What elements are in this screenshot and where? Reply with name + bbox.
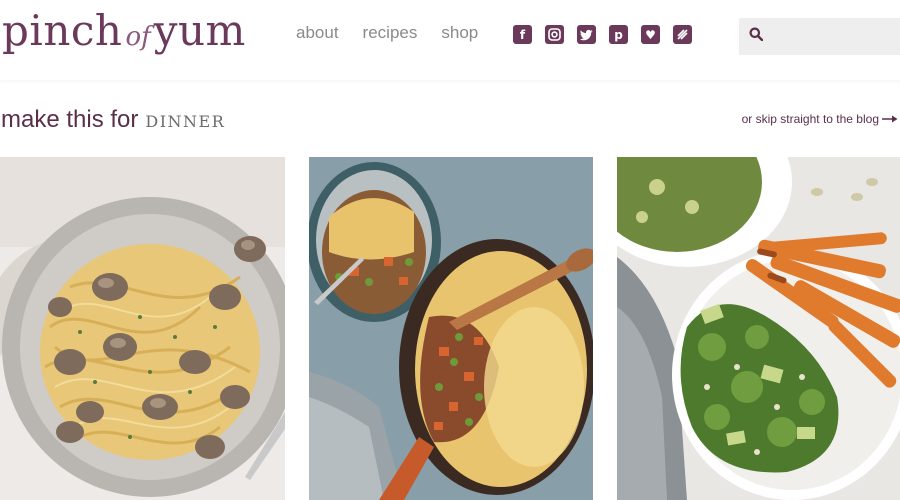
- search-icon[interactable]: [749, 27, 764, 46]
- heart-icon[interactable]: ♥: [641, 25, 660, 44]
- pinterest-icon[interactable]: p: [609, 25, 628, 44]
- skip-to-blog-link[interactable]: or skip straight to the blog: [742, 112, 898, 126]
- heading-lead: make this for: [1, 106, 139, 133]
- search-input[interactable]: [771, 28, 891, 45]
- social-links: f p ♥: [513, 25, 692, 44]
- main-nav: about recipes shop: [296, 23, 478, 43]
- site-header: pinch of yum about recipes shop f p ♥: [0, 0, 900, 80]
- recipe-image: [617, 157, 900, 500]
- instagram-icon[interactable]: [545, 25, 564, 44]
- twitter-icon[interactable]: [577, 25, 596, 44]
- site-logo[interactable]: pinch of yum: [2, 6, 246, 66]
- arrow-right-icon: [882, 112, 898, 126]
- nav-recipes[interactable]: recipes: [363, 23, 418, 43]
- skip-link-label: or skip straight to the blog: [741, 112, 879, 126]
- recipe-card-shepherds-pie[interactable]: [309, 157, 593, 500]
- logo-word-pinch: pinch: [2, 6, 123, 55]
- recipe-card-mushroom-pasta[interactable]: [0, 157, 285, 500]
- nav-about[interactable]: about: [296, 23, 339, 43]
- newsletter-icon[interactable]: [673, 25, 692, 44]
- logo-word-yum: yum: [153, 6, 246, 55]
- recipe-card-kale-salad[interactable]: [617, 157, 900, 500]
- recipe-image: [309, 157, 593, 500]
- logo-word-of: of: [125, 22, 151, 52]
- facebook-icon[interactable]: f: [513, 25, 532, 44]
- heading-category[interactable]: DINNER: [145, 112, 225, 131]
- section-heading: make this for DINNER: [1, 106, 225, 134]
- nav-shop[interactable]: shop: [441, 23, 478, 43]
- recipe-image: [0, 157, 285, 500]
- search-bar[interactable]: [739, 18, 900, 55]
